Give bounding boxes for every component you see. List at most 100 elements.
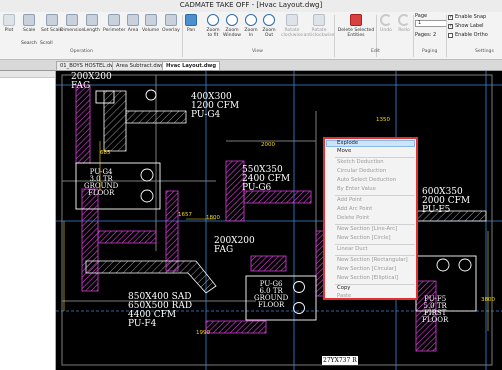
menu-item-new-section-line-arc[interactable]: New Section [Line-Arc] xyxy=(337,226,397,232)
menu-item-add-arc-point[interactable]: Add Arc Point xyxy=(337,206,372,212)
zoom-in-icon xyxy=(245,14,257,26)
volume-button[interactable]: Volume xyxy=(142,14,159,33)
tag-label: 27YX737 R xyxy=(322,356,358,365)
menu-item-new-section-circular[interactable]: New Section [Circular] xyxy=(337,266,396,272)
menu-item-move[interactable]: Move xyxy=(337,148,351,154)
rotate-ccw-icon xyxy=(313,14,325,26)
menu-item-new-section-rectangular[interactable]: New Section [Rectangular] xyxy=(337,257,408,263)
pan-label: Pan xyxy=(186,28,196,33)
ribbon-separator xyxy=(413,15,414,57)
pu-g6-ahu-label: PU-G6 6.0 TR GROUND FLOOR xyxy=(254,280,289,309)
overlay-label: Overlay xyxy=(162,28,180,33)
plot-button[interactable]: Plot xyxy=(3,14,15,33)
menu-separator xyxy=(335,224,415,225)
group-edit: Edit xyxy=(371,49,380,54)
menu-item-by-enter-value[interactable]: By Enter Value xyxy=(337,186,376,192)
scroll-label[interactable]: Scroll xyxy=(40,41,53,46)
redo-label: Redo xyxy=(398,28,410,33)
dim-label: 685 xyxy=(100,150,111,156)
ribbon-separator xyxy=(334,15,335,57)
zoom-window-icon xyxy=(226,14,238,26)
menu-item-add-point[interactable]: Add Point xyxy=(337,197,362,203)
length-button[interactable]: Length xyxy=(84,14,100,33)
undo-button[interactable]: Undo xyxy=(378,14,394,33)
document-tabs: 01_BOYS HOSTEL.dwg Area Subtract.dwg Hva… xyxy=(0,60,502,71)
fag-label-1: 200X200 FAG xyxy=(71,72,112,91)
menu-item-circular-deduction[interactable]: Circular Deduction xyxy=(337,168,386,174)
page-input[interactable]: 1 xyxy=(415,20,447,27)
pan-icon xyxy=(185,14,197,26)
zoom-in-button[interactable]: Zoom In xyxy=(243,14,259,38)
menu-item-paste[interactable]: Paste xyxy=(337,293,351,299)
dim-label: 1990 xyxy=(196,330,210,336)
page-selector: Page 1 xyxy=(415,13,447,27)
pu-f5-ahu-label: PU-F5 5.0 TR FIRST FLOOR xyxy=(422,295,449,324)
zoom-fit-button[interactable]: Zoom to fit xyxy=(204,14,222,38)
pu-f5-duct-label: 600X350 2000 CFM PU-F5 xyxy=(422,187,471,215)
checkbox-checked-icon: ✓ xyxy=(448,22,454,29)
menu-item-auto-select-deduction[interactable]: Auto Select Deduction xyxy=(337,177,396,183)
enable-snap-checkbox[interactable]: ✓ Enable Snap xyxy=(448,14,486,20)
menu-item-delete-point[interactable]: Delete Point xyxy=(337,215,369,221)
area-icon xyxy=(127,14,139,26)
drawing-canvas[interactable]: 200X200 FAG 400X300 1200 CFM PU-G4 PU-G4 3.0… xyxy=(56,71,502,370)
menu-item-new-section-elliptical[interactable]: New Section [Elliptical] xyxy=(337,275,398,281)
menu-item-sketch-deduction[interactable]: Sketch Deduction xyxy=(337,159,384,165)
fag-label-2: 200X200 FAG xyxy=(214,236,255,255)
perimeter-icon xyxy=(108,14,121,26)
pan-button[interactable]: Pan xyxy=(185,14,197,33)
scale-button[interactable]: Scale xyxy=(23,14,35,33)
enable-ortho-label: Enable Ortho xyxy=(455,32,488,38)
ribbon-separator xyxy=(182,15,183,57)
scale-label: Scale xyxy=(23,28,36,33)
ribbon-separator xyxy=(446,15,447,57)
rotate-ccw-label: Rotate anticlockwise xyxy=(303,28,335,38)
tab-area-subtract[interactable]: Area Subtract.dwg xyxy=(112,61,169,70)
left-panel xyxy=(0,71,56,370)
dimension-button[interactable]: Dimension xyxy=(60,14,84,33)
volume-icon xyxy=(144,14,157,26)
group-view: View xyxy=(252,49,263,54)
pu-g6-duct-label: 550X350 2400 CFM PU-G6 xyxy=(242,165,291,193)
menu-item-copy[interactable]: Copy xyxy=(337,285,350,291)
checkbox-checked-icon: ✓ xyxy=(448,13,454,20)
zoom-in-label: Zoom In xyxy=(244,28,258,38)
zoom-window-button[interactable]: Zoom Window xyxy=(222,14,242,38)
pu-g4-ahu-label: PU-G4 3.0 TR GROUND FLOOR xyxy=(84,168,119,197)
pu-g4-duct-label: 400X300 1200 CFM PU-G4 xyxy=(191,92,240,120)
window-title: CADMATE TAKE OFF - [Hvac Layout.dwg] xyxy=(179,1,323,9)
rotate-cw-icon xyxy=(286,14,298,26)
redo-button[interactable]: Redo xyxy=(396,14,412,33)
enable-ortho-checkbox[interactable]: Enable Ortho xyxy=(448,32,488,38)
delete-selected-button[interactable]: Delete Selected Entities xyxy=(337,14,375,38)
zoom-out-icon xyxy=(263,14,275,26)
delete-icon xyxy=(350,14,362,26)
context-menu: Explode Move Sketch Deduction Circular D… xyxy=(323,137,418,300)
menu-separator xyxy=(335,195,415,196)
volume-label: Volume xyxy=(142,28,160,33)
group-paging: Paging xyxy=(422,49,438,54)
rotate-ccw-button[interactable]: Rotate anticlockwise xyxy=(303,14,335,38)
delete-selected-label: Delete Selected Entities xyxy=(337,28,375,38)
show-label-label: Show Label xyxy=(455,23,484,29)
undo-icon xyxy=(380,14,392,26)
zoom-fit-icon xyxy=(207,14,219,26)
dim-label: 3800 xyxy=(481,297,495,303)
area-button[interactable]: Area xyxy=(127,14,139,33)
menu-item-explode[interactable]: Explode xyxy=(337,140,358,146)
length-icon xyxy=(85,14,98,26)
group-settings: Settings xyxy=(475,49,494,54)
perimeter-button[interactable]: Perimeter xyxy=(103,14,125,33)
scale-icon xyxy=(23,14,36,26)
length-label: Length xyxy=(84,28,100,33)
menu-item-new-section-circle[interactable]: New Section [Circle] xyxy=(337,235,391,241)
menu-item-linear-duct[interactable]: Linear Duct xyxy=(337,246,368,252)
overlay-button[interactable]: Overlay xyxy=(162,14,180,33)
overlay-icon xyxy=(164,14,177,26)
tab-hvac-layout[interactable]: Hvac Layout.dwg xyxy=(162,61,221,70)
zoom-out-button[interactable]: Zoom Out xyxy=(261,14,277,38)
checkbox-unchecked-icon xyxy=(448,32,453,38)
rotate-cw-button[interactable]: Rotate clockwise xyxy=(280,14,304,38)
show-label-checkbox[interactable]: ✓ Show Label xyxy=(448,23,484,29)
search-label[interactable]: Search xyxy=(21,41,37,46)
